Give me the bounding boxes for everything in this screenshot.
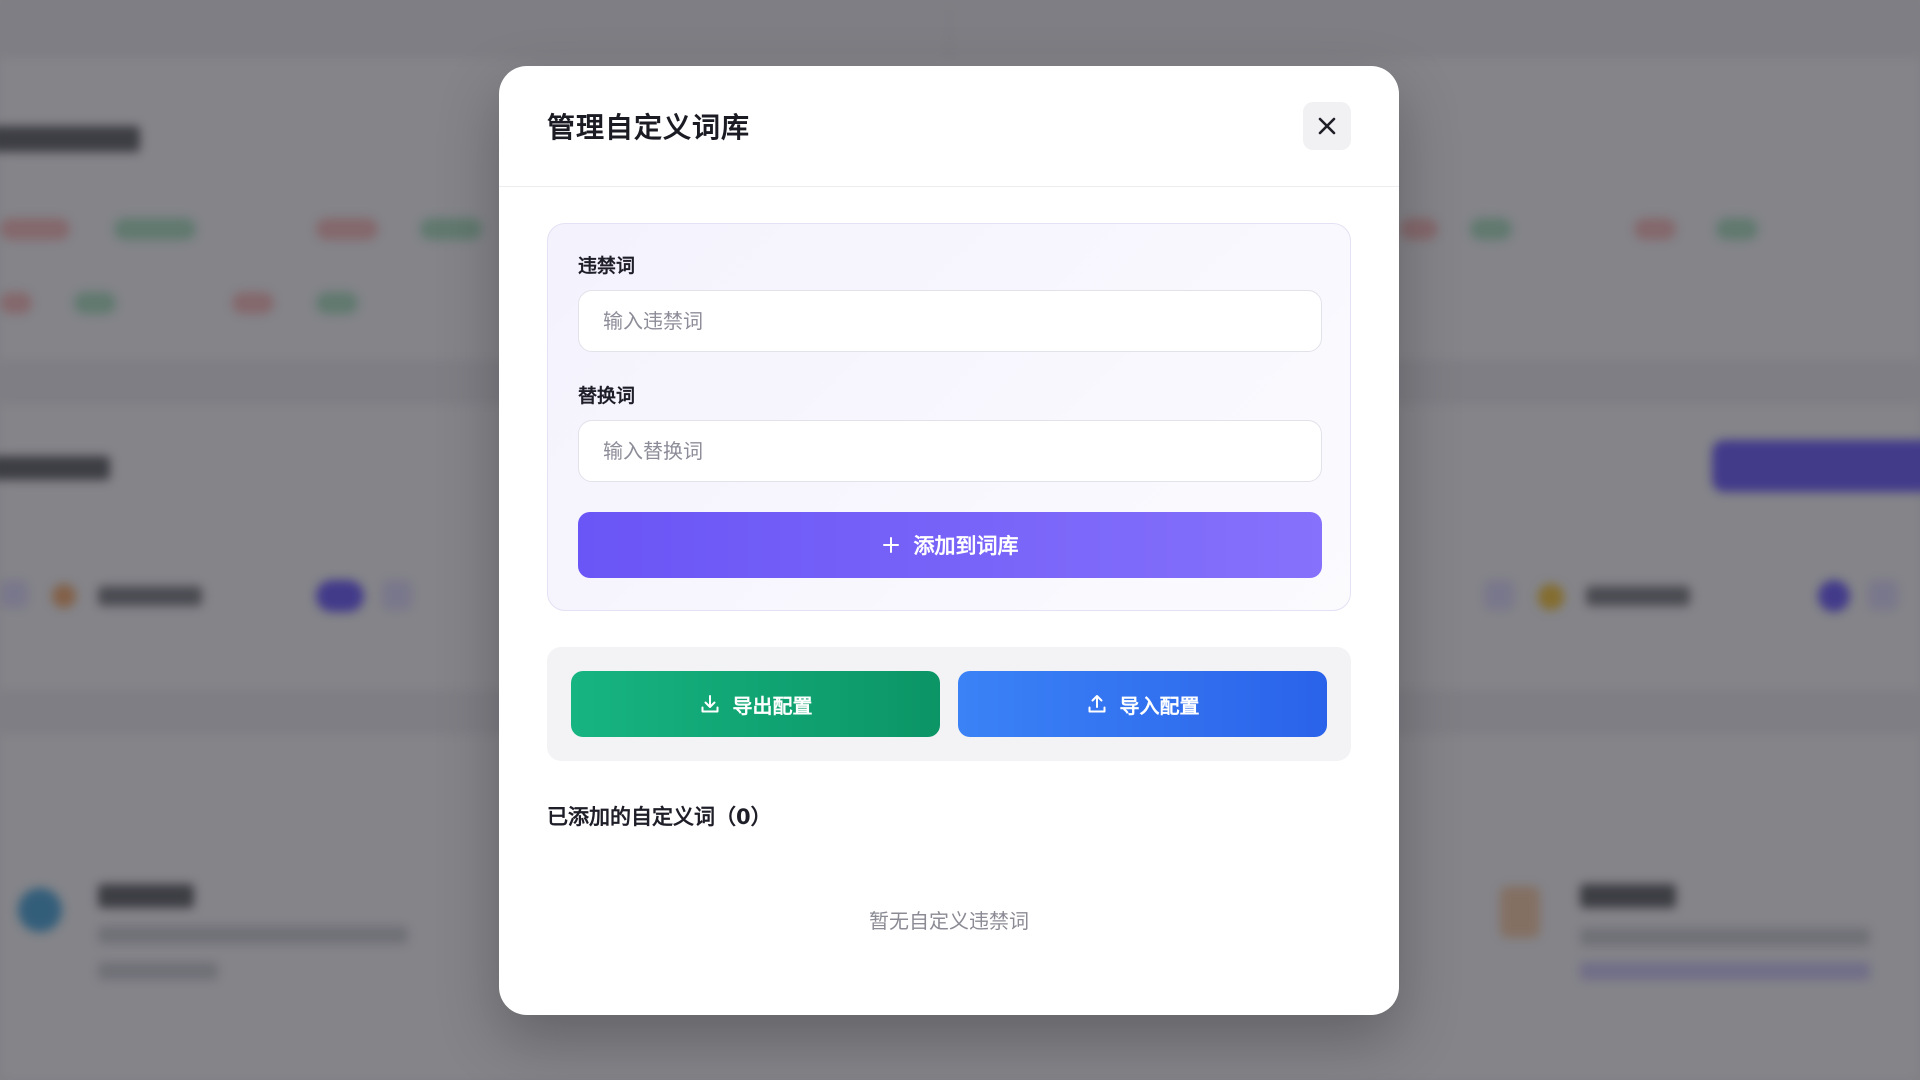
replacement-word-input[interactable]	[578, 420, 1322, 482]
add-word-form: 违禁词 替换词 添加到词库	[547, 223, 1351, 611]
replacement-word-label: 替换词	[578, 385, 636, 407]
custom-dictionary-modal: 管理自定义词库 违禁词 替换词 添加到词库	[499, 66, 1399, 1015]
import-config-label: 导入配置	[1119, 693, 1200, 718]
modal-header: 管理自定义词库	[499, 66, 1399, 187]
add-to-dictionary-label: 添加到词库	[913, 534, 1019, 558]
import-config-button[interactable]: 导入配置	[958, 671, 1327, 737]
custom-words-heading: 已添加的自定义词（0）	[547, 805, 772, 829]
close-button[interactable]	[1303, 102, 1351, 150]
upload-icon	[1088, 695, 1105, 713]
add-to-dictionary-button[interactable]: 添加到词库	[578, 512, 1322, 578]
modal-body: 违禁词 替换词 添加到词库 导出配置 导入	[499, 187, 1399, 934]
empty-state-text: 暂无自定义违禁词	[869, 909, 1029, 933]
close-icon	[1318, 117, 1336, 135]
export-config-button[interactable]: 导出配置	[571, 671, 940, 737]
plus-icon	[882, 537, 899, 553]
banned-word-label: 违禁词	[578, 255, 636, 277]
config-actions: 导出配置 导入配置	[547, 647, 1351, 761]
banned-word-input[interactable]	[578, 290, 1322, 352]
download-icon	[701, 695, 718, 713]
modal-title: 管理自定义词库	[547, 111, 751, 144]
export-config-label: 导出配置	[732, 693, 813, 718]
